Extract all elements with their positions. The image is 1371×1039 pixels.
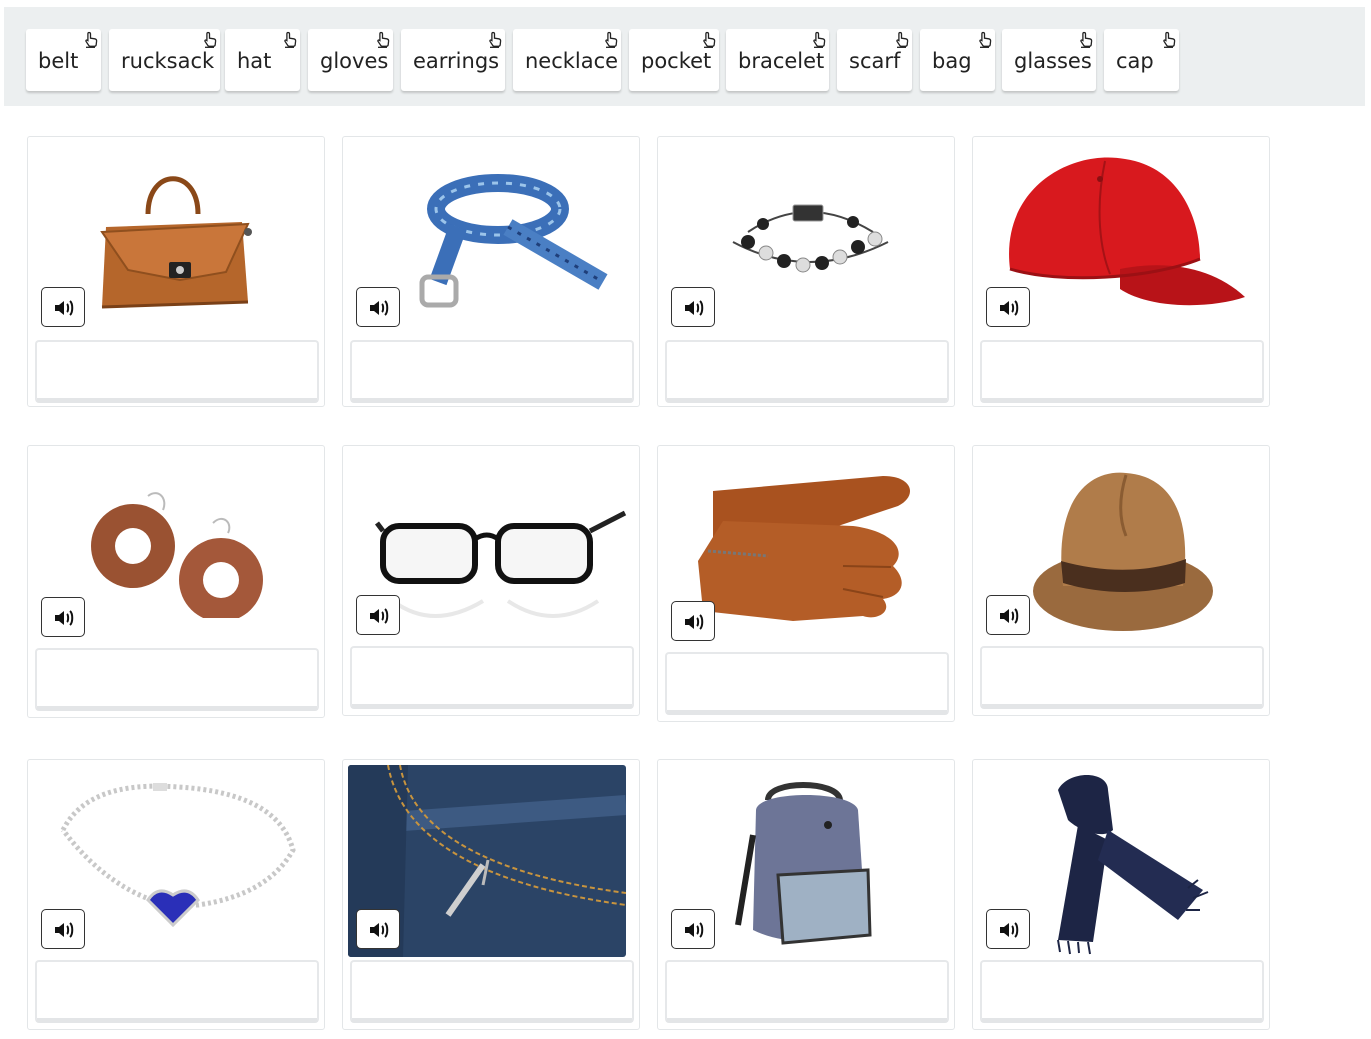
speaker-volume-icon <box>370 300 389 316</box>
audio-button[interactable] <box>356 287 400 327</box>
speaker-volume-icon <box>685 922 704 938</box>
rucksack-image <box>728 775 888 950</box>
speaker-volume-icon <box>370 922 389 938</box>
word-chip-cap[interactable]: cap <box>1104 29 1179 91</box>
picture-card-belt <box>342 136 640 407</box>
hand-pointer-icon <box>85 31 98 48</box>
speaker-volume-icon <box>55 922 74 938</box>
word-chip-hat[interactable]: hat <box>225 29 300 91</box>
speaker-volume-icon <box>1000 922 1019 938</box>
bag-image <box>88 152 268 327</box>
hand-pointer-icon <box>979 31 992 48</box>
word-chip-label: bracelet <box>738 49 825 73</box>
speaker-volume-icon <box>685 300 704 316</box>
picture-card-pocket <box>342 759 640 1030</box>
answer-drop-zone[interactable] <box>665 340 949 403</box>
audio-button[interactable] <box>671 601 715 641</box>
picture-card-gloves <box>657 445 955 722</box>
audio-button[interactable] <box>356 909 400 949</box>
word-chip-bracelet[interactable]: bracelet <box>726 29 829 91</box>
necklace-image <box>48 775 308 945</box>
bracelet-image <box>718 187 898 287</box>
word-chip-glasses[interactable]: glasses <box>1002 29 1096 91</box>
hand-pointer-icon <box>377 31 390 48</box>
audio-button[interactable] <box>41 287 85 327</box>
speaker-volume-icon <box>1000 608 1019 624</box>
answer-drop-zone[interactable] <box>35 960 319 1023</box>
answer-drop-zone[interactable] <box>980 340 1264 403</box>
word-chip-pocket[interactable]: pocket <box>629 29 719 91</box>
word-chip-label: scarf <box>849 49 901 73</box>
hand-pointer-icon <box>605 31 618 48</box>
word-chip-rucksack[interactable]: rucksack <box>109 29 220 91</box>
audio-button[interactable] <box>986 909 1030 949</box>
picture-card-earrings <box>27 445 325 718</box>
audio-button[interactable] <box>671 287 715 327</box>
word-chip-earrings[interactable]: earrings <box>401 29 505 91</box>
speaker-volume-icon <box>370 608 389 624</box>
answer-drop-zone[interactable] <box>350 646 634 709</box>
picture-card-cap <box>972 136 1270 407</box>
answer-drop-zone[interactable] <box>350 340 634 403</box>
answer-drop-zone[interactable] <box>980 646 1264 709</box>
gloves-image <box>693 471 923 631</box>
hand-pointer-icon <box>204 31 217 48</box>
word-chip-bag[interactable]: bag <box>920 29 995 91</box>
word-chip-belt[interactable]: belt <box>26 29 101 91</box>
picture-card-rucksack <box>657 759 955 1030</box>
answer-drop-zone[interactable] <box>35 340 319 403</box>
scarf-image <box>1038 770 1213 955</box>
hat-image <box>1028 461 1218 636</box>
answer-drop-zone[interactable] <box>665 960 949 1023</box>
word-chip-gloves[interactable]: gloves <box>308 29 393 91</box>
belt-image <box>398 167 613 327</box>
picture-card-necklace <box>27 759 325 1030</box>
audio-button[interactable] <box>41 597 85 637</box>
word-chip-scarf[interactable]: scarf <box>837 29 912 91</box>
speaker-volume-icon <box>1000 300 1019 316</box>
audio-button[interactable] <box>671 909 715 949</box>
audio-button[interactable] <box>356 595 400 635</box>
word-chip-label: hat <box>237 49 272 73</box>
answer-drop-zone[interactable] <box>35 648 319 711</box>
picture-card-scarf <box>972 759 1270 1030</box>
word-chip-label: belt <box>38 49 79 73</box>
picture-card-bag <box>27 136 325 407</box>
picture-card-glasses <box>342 445 640 716</box>
word-chip-label: gloves <box>320 49 389 73</box>
word-chip-label: bag <box>932 49 972 73</box>
answer-drop-zone[interactable] <box>980 960 1264 1023</box>
answer-drop-zone[interactable] <box>665 652 949 715</box>
speaker-volume-icon <box>55 300 74 316</box>
hand-pointer-icon <box>703 31 716 48</box>
picture-card-hat <box>972 445 1270 716</box>
earrings-image <box>83 488 273 618</box>
hand-pointer-icon <box>489 31 502 48</box>
speaker-volume-icon <box>685 614 704 630</box>
hand-pointer-icon <box>813 31 826 48</box>
audio-button[interactable] <box>41 909 85 949</box>
hand-pointer-icon <box>896 31 909 48</box>
audio-button[interactable] <box>986 287 1030 327</box>
glasses-image <box>373 501 628 641</box>
word-chip-label: pocket <box>641 49 712 73</box>
word-chip-label: earrings <box>413 49 500 73</box>
hand-pointer-icon <box>1080 31 1093 48</box>
word-chip-label: cap <box>1116 49 1154 73</box>
hand-pointer-icon <box>1163 31 1176 48</box>
speaker-volume-icon <box>55 610 74 626</box>
word-chip-label: necklace <box>525 49 619 73</box>
picture-card-bracelet <box>657 136 955 407</box>
cap-image <box>1000 149 1245 327</box>
audio-button[interactable] <box>986 595 1030 635</box>
hand-pointer-icon <box>284 31 297 48</box>
answer-drop-zone[interactable] <box>350 960 634 1023</box>
word-bank: belt rucksack hat gloves earrings neckla… <box>4 7 1365 106</box>
word-chip-label: glasses <box>1014 49 1092 73</box>
word-chip-necklace[interactable]: necklace <box>513 29 621 91</box>
word-chip-label: rucksack <box>121 49 215 73</box>
